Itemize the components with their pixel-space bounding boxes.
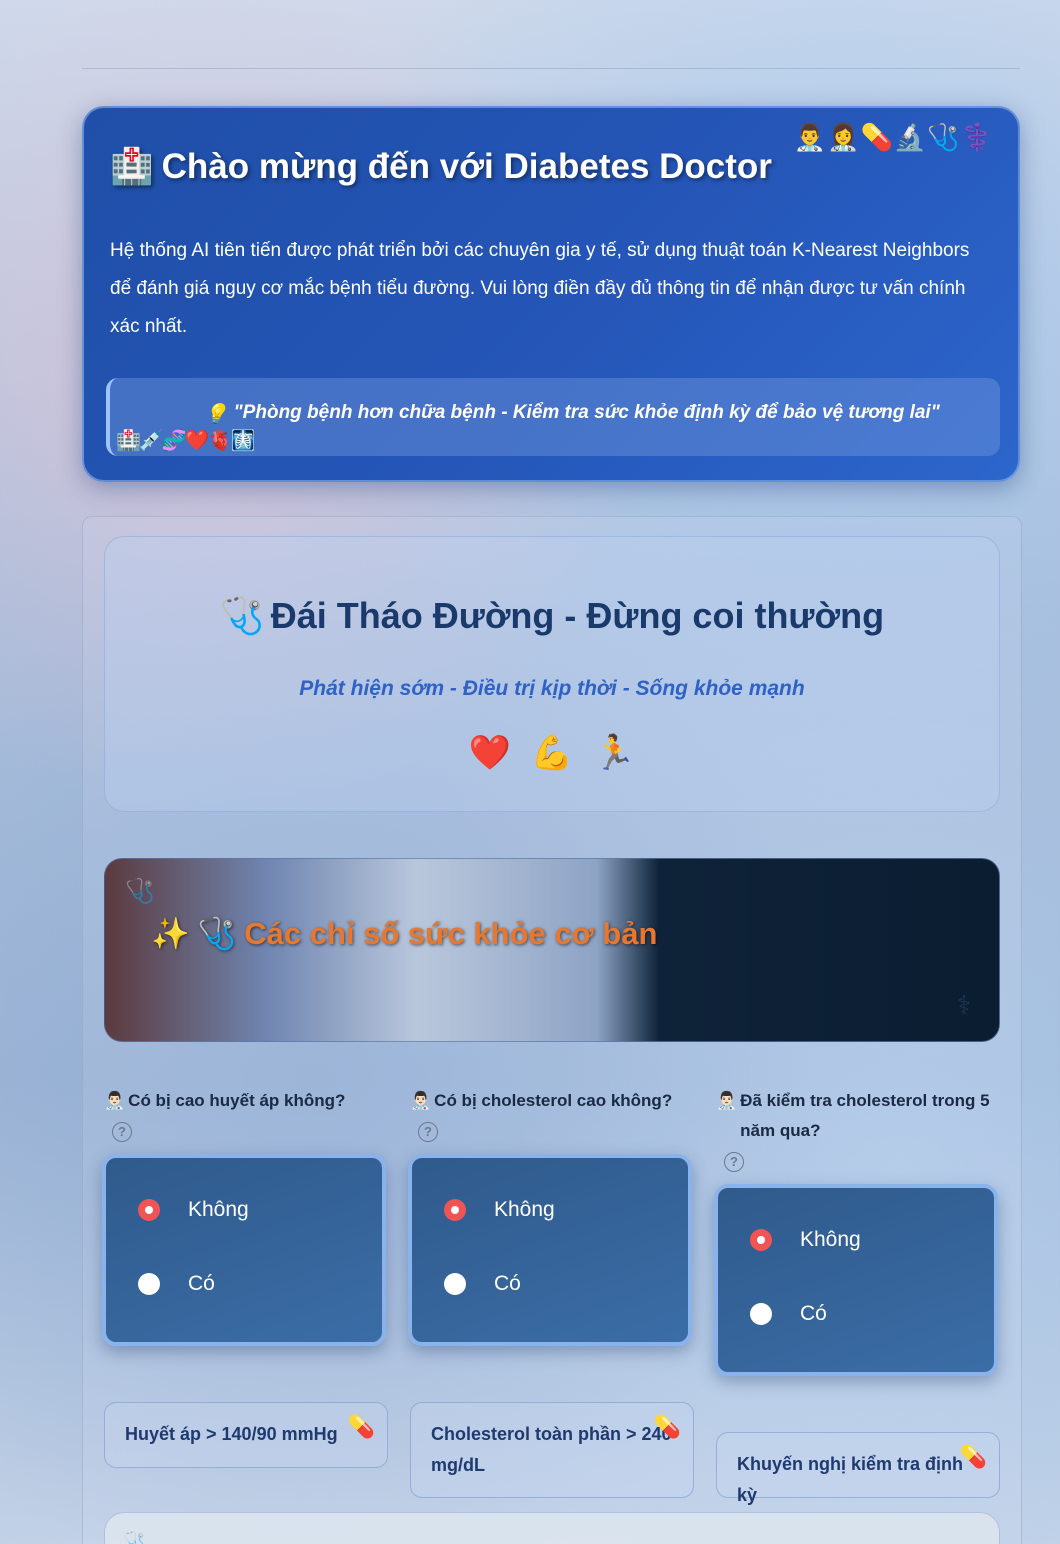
radio-option-khong[interactable]: Không	[138, 1198, 249, 1222]
radio-option-co[interactable]: Có	[750, 1302, 827, 1326]
radio-label: Không	[800, 1228, 861, 1251]
quote-text: "Phòng bệnh hơn chữa bệnh - Kiểm tra sức…	[233, 402, 940, 423]
pill-icon: 💊	[959, 1444, 987, 1469]
hint-box: Cholesterol toàn phần > 240 mg/dL 💊	[410, 1402, 694, 1498]
welcome-title-text: Chào mừng đến với Diabetes Doctor	[161, 146, 772, 186]
help-icon[interactable]: ?	[418, 1122, 438, 1142]
runner-icon: 🏃	[593, 734, 636, 772]
hint-text: Khuyến nghị kiểm tra định kỳ	[737, 1454, 964, 1505]
pill-icon: 💊	[653, 1414, 681, 1439]
radio-group-high-cholesterol: Không Có	[408, 1154, 692, 1346]
welcome-title: 🏥 Chào mừng đến với Diabetes Doctor	[110, 146, 772, 187]
radio-selected-icon[interactable]	[444, 1199, 466, 1221]
stethoscope-icon: 🩺	[123, 1531, 146, 1544]
radio-selected-icon[interactable]	[750, 1229, 772, 1251]
medical-emoji-row: 👨‍⚕️👩‍⚕️💊🔬🩺⚕️	[793, 122, 994, 152]
question-label: Có bị cao huyết áp không?	[128, 1091, 346, 1110]
section-header: 🩺 ⚕ ✨ 🩺 Các chỉ số sức khỏe cơ bản	[104, 858, 1000, 1042]
help-icon[interactable]: ?	[724, 1152, 744, 1172]
radio-selected-icon[interactable]	[138, 1199, 160, 1221]
slogan-subtitle: Phát hiện sớm - Điều trị kịp thời - Sống…	[299, 677, 805, 700]
quote-box: 💡 "Phòng bệnh hơn chữa bệnh - Kiểm tra s…	[106, 378, 1000, 456]
radio-option-khong[interactable]: Không	[444, 1198, 555, 1222]
slogan-title-text: Đái Tháo Đường - Đừng coi thường	[270, 595, 885, 636]
health-emoji-row: 🏥💉🧬❤️🫀🩻	[116, 430, 255, 452]
radio-group-cholesterol-check: Không Có	[714, 1184, 998, 1376]
radio-unselected-icon[interactable]	[750, 1303, 772, 1325]
radio-label: Có	[494, 1272, 521, 1295]
radio-option-co[interactable]: Có	[138, 1272, 215, 1296]
help-icon[interactable]: ?	[112, 1122, 132, 1142]
radio-option-co[interactable]: Có	[444, 1272, 521, 1296]
doctor-icon: 👨🏻‍⚕️	[410, 1091, 432, 1110]
slogan-title: 🩺 Đái Tháo Đường - Đừng coi thường	[105, 595, 999, 637]
radio-unselected-icon[interactable]	[444, 1273, 466, 1295]
hospital-icon: 🏥	[110, 147, 154, 186]
section-title-text: Các chỉ số sức khỏe cơ bản	[244, 915, 658, 951]
hint-text: Cholesterol toàn phần > 240 mg/dL	[431, 1424, 672, 1475]
quote: 💡 "Phòng bệnh hơn chữa bệnh - Kiểm tra s…	[204, 402, 940, 426]
next-section-card: 🩺	[104, 1512, 1000, 1544]
radio-option-khong[interactable]: Không	[750, 1228, 861, 1252]
radio-label: Có	[188, 1272, 215, 1295]
stethoscope-icon: 🩺	[197, 916, 237, 951]
welcome-card: 👨‍⚕️👩‍⚕️💊🔬🩺⚕️ 🏥 Chào mừng đến với Diabet…	[82, 106, 1020, 482]
radio-group-high-blood-pressure: Không Có	[102, 1154, 386, 1346]
slogan-icons: ❤️ 💪 🏃	[105, 733, 999, 773]
flexed-biceps-icon: 💪	[530, 734, 574, 772]
sparkles-icon: ✨	[151, 916, 190, 951]
question-high-cholesterol: 👨🏻‍⚕️ Có bị cholesterol cao không? ?	[410, 1086, 700, 1146]
section-title: ✨ 🩺 Các chỉ số sức khỏe cơ bản	[151, 915, 657, 952]
doctor-icon: 👨🏻‍⚕️	[716, 1091, 738, 1110]
top-divider	[82, 68, 1020, 69]
radio-label: Có	[800, 1302, 827, 1325]
pill-icon: 💊	[347, 1414, 375, 1439]
lightbulb-icon: 💡	[204, 404, 228, 425]
hint-text: Huyết áp > 140/90 mmHg	[125, 1424, 338, 1444]
radio-label: Không	[188, 1198, 249, 1221]
hint-box: Huyết áp > 140/90 mmHg 💊	[104, 1402, 388, 1468]
slogan-banner: 🩺 Đái Tháo Đường - Đừng coi thường Phát …	[104, 536, 1000, 812]
question-cholesterol-check: 👨🏻‍⚕️ Đã kiểm tra cholesterol trong 5 năm…	[716, 1086, 1000, 1176]
radio-unselected-icon[interactable]	[138, 1273, 160, 1295]
heart-icon: ❤️	[468, 734, 511, 772]
question-high-blood-pressure: 👨🏻‍⚕️ Có bị cao huyết áp không? ?	[104, 1086, 394, 1146]
hint-box: Khuyến nghị kiểm tra định kỳ 💊	[716, 1432, 1000, 1505]
stethoscope-icon: 🩺	[125, 878, 155, 905]
question-label: Có bị cholesterol cao không?	[434, 1091, 673, 1110]
stethoscope-icon: 🩺	[219, 595, 265, 636]
welcome-description: Hệ thống AI tiên tiến được phát triển bở…	[110, 240, 970, 337]
radio-label: Không	[494, 1198, 555, 1221]
caduceus-icon: ⚕	[956, 990, 971, 1020]
question-label: Đã kiểm tra cholesterol trong 5 năm qua?	[740, 1091, 990, 1140]
doctor-icon: 👨🏻‍⚕️	[104, 1091, 126, 1110]
